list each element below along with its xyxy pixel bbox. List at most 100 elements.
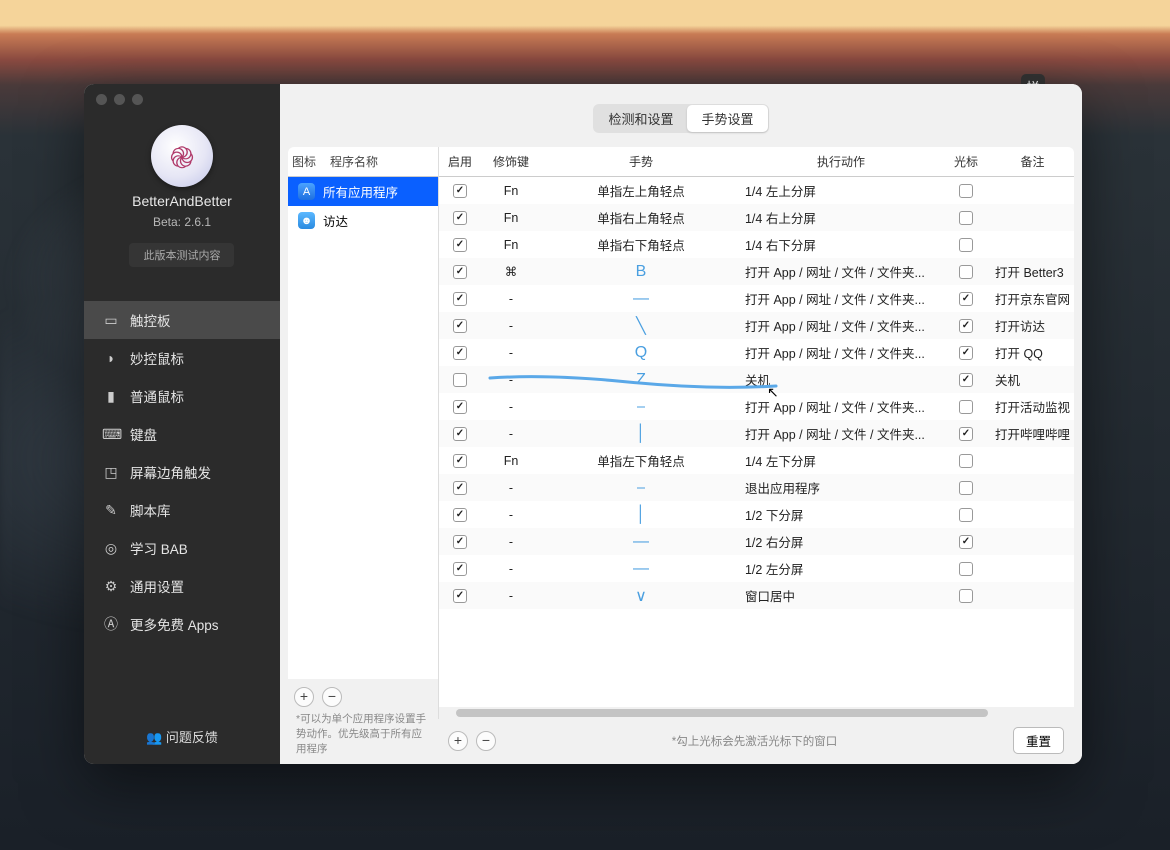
gesture-row-13[interactable]: -—1/2 右分屏 (439, 528, 1074, 555)
enable-checkbox[interactable] (453, 373, 467, 387)
cursor-checkbox[interactable] (959, 292, 973, 306)
sidebar-item-0[interactable]: ▭触控板 (84, 301, 280, 339)
col-appname: 程序名称 (326, 147, 382, 176)
enable-checkbox[interactable] (453, 211, 467, 225)
enable-checkbox[interactable] (453, 265, 467, 279)
feedback-link[interactable]: 👥 问题反馈 (84, 709, 280, 764)
cursor-checkbox[interactable] (959, 508, 973, 522)
zoom-icon[interactable] (132, 94, 143, 105)
modifier-cell: Fn (481, 232, 541, 258)
apps-hint: *可以为单个应用程序设置手势动作。优先级高于所有应用程序 (288, 711, 438, 764)
enable-checkbox[interactable] (453, 508, 467, 522)
cursor-checkbox[interactable] (959, 211, 973, 225)
cursor-checkbox[interactable] (959, 454, 973, 468)
people-icon: 👥 (146, 730, 166, 745)
sidebar: ֎ BetterAndBetter Beta: 2.6.1 此版本测试内容 ▭触… (84, 84, 280, 764)
cursor-checkbox[interactable] (959, 319, 973, 333)
nav-icon: ⚙ (102, 578, 120, 595)
close-icon[interactable] (96, 94, 107, 105)
gesture-row-0[interactable]: Fn单指左上角轻点1/4 左上分屏 (439, 177, 1074, 204)
app-label: 所有应用程序 (323, 182, 398, 201)
sidebar-item-8[interactable]: Ⓐ更多免费 Apps (84, 605, 280, 643)
cursor-checkbox[interactable] (959, 184, 973, 198)
gesture-row-14[interactable]: -—1/2 左分屏 (439, 555, 1074, 582)
enable-checkbox[interactable] (453, 238, 467, 252)
app-row-0[interactable]: A 所有应用程序 (288, 177, 438, 206)
app-logo-icon: ֎ (151, 125, 213, 187)
sidebar-item-3[interactable]: ⌨键盘 (84, 415, 280, 453)
nav-label: 键盘 (130, 424, 157, 444)
window-controls[interactable] (84, 84, 280, 115)
tab-bar: 检测和设置手势设置 (280, 84, 1082, 147)
sidebar-item-6[interactable]: ◎学习 BAB (84, 529, 280, 567)
gesture-row-11[interactable]: -⎯退出应用程序 (439, 474, 1074, 501)
enable-checkbox[interactable] (453, 481, 467, 495)
enable-checkbox[interactable] (453, 589, 467, 603)
add-gesture-button[interactable]: + (448, 731, 468, 751)
cursor-checkbox[interactable] (959, 265, 973, 279)
gesture-row-7[interactable]: -Z关机关机 (439, 366, 1074, 393)
gesture-row-1[interactable]: Fn单指右上角轻点1/4 右上分屏 (439, 204, 1074, 231)
enable-checkbox[interactable] (453, 400, 467, 414)
modifier-cell: - (481, 502, 541, 528)
enable-checkbox[interactable] (453, 562, 467, 576)
app-icon: A (298, 183, 315, 200)
enable-checkbox[interactable] (453, 346, 467, 360)
nav-label: 妙控鼠标 (130, 348, 184, 368)
remove-app-button[interactable]: − (322, 687, 342, 707)
tab-1[interactable]: 手势设置 (687, 105, 767, 132)
gesture-row-9[interactable]: -│打开 App / 网址 / 文件 / 文件夹...打开哔哩哔哩 (439, 420, 1074, 447)
note-cell (991, 563, 1074, 575)
cursor-checkbox[interactable] (959, 535, 973, 549)
cursor-checkbox[interactable] (959, 400, 973, 414)
gesture-row-12[interactable]: -│1/2 下分屏 (439, 501, 1074, 528)
cursor-checkbox[interactable] (959, 481, 973, 495)
sidebar-item-2[interactable]: ▮普通鼠标 (84, 377, 280, 415)
note-cell (991, 212, 1074, 224)
col-gesture: 手势 (541, 147, 741, 176)
cursor-checkbox[interactable] (959, 562, 973, 576)
sidebar-item-7[interactable]: ⚙通用设置 (84, 567, 280, 605)
enable-checkbox[interactable] (453, 535, 467, 549)
note-cell (991, 239, 1074, 251)
cursor-checkbox[interactable] (959, 427, 973, 441)
gesture-row-5[interactable]: -╲打开 App / 网址 / 文件 / 文件夹...打开访达 (439, 312, 1074, 339)
gesture-glyph-icon: — (633, 560, 649, 578)
app-row-1[interactable]: ☻ 访达 (288, 206, 438, 235)
app-icon: ☻ (298, 212, 315, 229)
gesture-row-10[interactable]: Fn单指左下角轻点1/4 左下分屏 (439, 447, 1074, 474)
col-icon: 图标 (288, 147, 326, 176)
add-app-button[interactable]: + (294, 687, 314, 707)
cursor-checkbox[interactable] (959, 589, 973, 603)
enable-checkbox[interactable] (453, 184, 467, 198)
action-cell: 窗口居中 (741, 580, 941, 611)
minimize-icon[interactable] (114, 94, 125, 105)
sidebar-item-5[interactable]: ✎脚本库 (84, 491, 280, 529)
cursor-checkbox[interactable] (959, 346, 973, 360)
gesture-row-3[interactable]: ⌘B打开 App / 网址 / 文件 / 文件夹...打开 Better3 (439, 258, 1074, 285)
tab-0[interactable]: 检测和设置 (594, 105, 687, 132)
gesture-row-8[interactable]: -⎯打开 App / 网址 / 文件 / 文件夹...打开活动监视 (439, 393, 1074, 420)
gesture-glyph-icon: ∨ (635, 586, 647, 606)
gesture-row-4[interactable]: -—打开 App / 网址 / 文件 / 文件夹...打开京东官网 (439, 285, 1074, 312)
beta-notes-button[interactable]: 此版本测试内容 (129, 243, 234, 267)
nav-icon: ✎ (102, 502, 120, 519)
gesture-row-2[interactable]: Fn单指右下角轻点1/4 右下分屏 (439, 231, 1074, 258)
remove-gesture-button[interactable]: − (476, 731, 496, 751)
reset-button[interactable]: 重置 (1013, 727, 1064, 754)
cursor-checkbox[interactable] (959, 238, 973, 252)
gesture-row-6[interactable]: -Q打开 App / 网址 / 文件 / 文件夹...打开 QQ (439, 339, 1074, 366)
enable-checkbox[interactable] (453, 292, 467, 306)
app-label: 访达 (323, 211, 348, 230)
sidebar-item-1[interactable]: ◗妙控鼠标 (84, 339, 280, 377)
col-enable: 启用 (439, 147, 481, 176)
enable-checkbox[interactable] (453, 454, 467, 468)
scrollbar[interactable] (439, 707, 1074, 719)
enable-checkbox[interactable] (453, 319, 467, 333)
gesture-text: 单指左上角轻点 (597, 181, 685, 200)
cursor-checkbox[interactable] (959, 373, 973, 387)
sidebar-item-4[interactable]: ◳屏幕边角触发 (84, 453, 280, 491)
gesture-row-15[interactable]: -∨窗口居中 (439, 582, 1074, 609)
gesture-glyph-icon: B (636, 263, 647, 281)
enable-checkbox[interactable] (453, 427, 467, 441)
